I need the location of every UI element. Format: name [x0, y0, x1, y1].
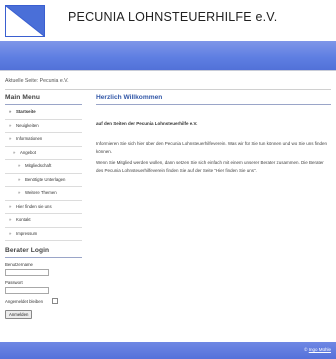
divider [5, 104, 82, 105]
sidebar-item-label: Angebot [20, 149, 37, 155]
footer: © Ingo Mühle [0, 342, 336, 359]
main-menu-title: Main Menu [5, 94, 40, 101]
sidebar-item-label: Benötigte Unterlagen [25, 176, 66, 182]
divider [5, 89, 331, 90]
divider [0, 70, 336, 71]
sidebar-item[interactable]: » Benötigte Unterlagen [5, 173, 82, 187]
password-input[interactable] [5, 287, 49, 294]
paragraph-membership: Wenn Sie Mitglied werden wollen, dann se… [96, 160, 324, 173]
password-label: Passwort [5, 280, 23, 285]
remember-checkbox[interactable] [52, 298, 58, 304]
remember-label: Angemeldet bleiben [5, 299, 43, 304]
chevron-right-icon: » [18, 190, 21, 195]
sidebar-item-label: Impressum [16, 230, 38, 236]
header-banner [0, 41, 336, 70]
intro-text: auf den Seiten der Pecunia Lohnsteuerhil… [96, 121, 198, 126]
chevron-right-icon: » [9, 109, 12, 114]
logo-icon[interactable] [5, 5, 45, 37]
sidebar-item-label: Mitgliedschaft [25, 163, 52, 168]
sidebar-item-label: Informationen [16, 136, 43, 141]
divider [5, 257, 82, 258]
breadcrumb: Aktuelle Seite: Pecunia e.V. [5, 78, 69, 84]
breadcrumb-label: Aktuelle Seite: [5, 78, 39, 84]
breadcrumb-current: Pecunia e.V. [39, 78, 69, 84]
remember-row: Angemeldet bleiben [5, 298, 82, 306]
divider [96, 104, 331, 105]
chevron-right-icon: » [9, 217, 12, 222]
chevron-right-icon: » [13, 149, 16, 155]
sidebar-item[interactable]: » Angebot [5, 146, 82, 160]
sidebar-item[interactable]: » Impressum [5, 227, 82, 241]
header: PECUNIA LOHNSTEUERHILFE e.V. [0, 0, 336, 40]
sidebar-item-label: Neuigkeiten [16, 122, 39, 128]
chevron-right-icon: » [9, 230, 12, 236]
sidebar-item-label: Kontakt [16, 217, 31, 222]
sidebar: Main Menu » Startseite » Neuigkeiten » Inform… [5, 92, 82, 241]
sidebar-item[interactable]: » Weitere Themen [5, 187, 82, 201]
chevron-right-icon: » [9, 136, 12, 141]
site-title: PECUNIA LOHNSTEUERHILFE e.V. [68, 10, 278, 24]
page-title: Herzlich Willkommen [96, 94, 163, 101]
chevron-right-icon: » [9, 122, 12, 128]
main-content: Herzlich Willkommen auf den Seiten der P… [96, 92, 331, 174]
chevron-right-icon: » [18, 176, 21, 182]
sidebar-item-label: Hier finden sie uns [16, 203, 52, 209]
sidebar-item-label: Startseite [16, 109, 36, 114]
sidebar-item[interactable]: » Kontakt [5, 214, 82, 228]
sidebar-item[interactable]: » Startseite [5, 106, 82, 120]
login-box: Berater Login Benutzername Passwort Ange… [5, 245, 82, 319]
username-label: Benutzername [5, 262, 33, 267]
chevron-right-icon: » [9, 203, 12, 209]
main-menu: » Startseite » Neuigkeiten » Informationen » An… [5, 106, 82, 241]
chevron-right-icon: » [18, 163, 21, 168]
sidebar-item[interactable]: » Hier finden sie uns [5, 200, 82, 214]
sidebar-item[interactable]: » Informationen [5, 133, 82, 147]
paragraph-info: Informieren Sie sich hier über den Pecun… [96, 141, 327, 154]
username-input[interactable] [5, 269, 49, 276]
sidebar-item[interactable]: » Neuigkeiten [5, 119, 82, 133]
login-button[interactable]: Anmelden [5, 310, 33, 319]
sidebar-item-label: Weitere Themen [25, 190, 57, 195]
sidebar-item[interactable]: » Mitgliedschaft [5, 160, 82, 174]
footer-credit: © Ingo Mühle [304, 347, 331, 352]
login-title: Berater Login [5, 247, 50, 254]
author-link[interactable]: Ingo Mühle [309, 347, 331, 352]
